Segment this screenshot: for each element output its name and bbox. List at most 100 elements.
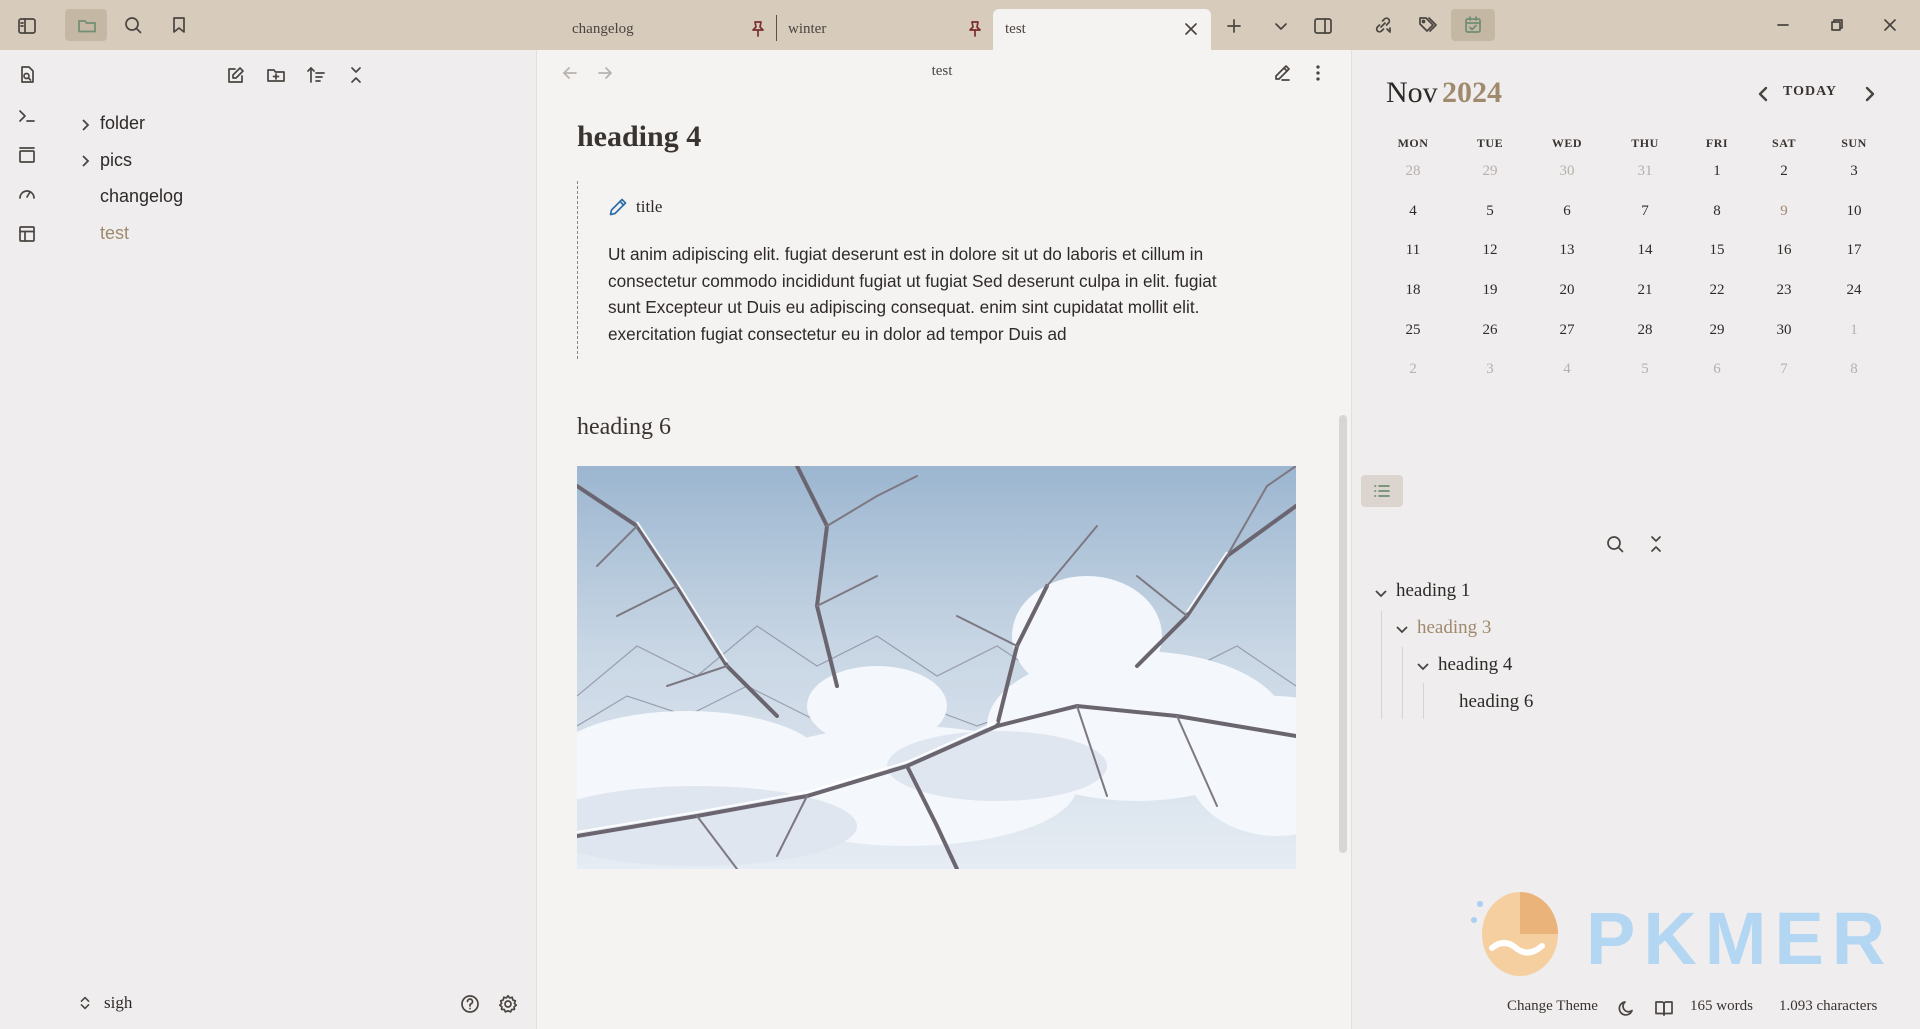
calendar-day[interactable]: 19	[1460, 282, 1520, 299]
change-theme-button[interactable]: Change Theme	[1507, 998, 1598, 1015]
slides-icon[interactable]	[16, 144, 38, 166]
calendar-day[interactable]: 8	[1687, 203, 1747, 220]
tab-changelog[interactable]: changelog	[560, 9, 776, 50]
calendar-day[interactable]: 14	[1615, 242, 1675, 259]
more-options-icon[interactable]	[1308, 63, 1328, 83]
collapse-all-icon[interactable]	[344, 63, 368, 87]
calendar-day[interactable]: 2	[1383, 361, 1443, 378]
calendar-day[interactable]: 9	[1754, 203, 1814, 220]
calendar-day[interactable]: 3	[1460, 361, 1520, 378]
today-button[interactable]: TODAY	[1783, 84, 1837, 100]
outline-item-heading-3[interactable]: heading 3	[1417, 617, 1491, 639]
tree-item-changelog[interactable]: changelog	[100, 186, 183, 207]
chevron-left-icon[interactable]	[1754, 84, 1774, 104]
calendar-day[interactable]: 27	[1537, 322, 1597, 339]
calendar-day[interactable]: 30	[1754, 322, 1814, 339]
calendar-day[interactable]: 4	[1537, 361, 1597, 378]
calendar-day[interactable]: 25	[1383, 322, 1443, 339]
calendar-day[interactable]: 30	[1537, 163, 1597, 180]
vault-switch-icon[interactable]	[76, 993, 94, 1013]
calendar-day[interactable]: 5	[1615, 361, 1675, 378]
restore-icon[interactable]	[1827, 15, 1847, 35]
outline-item-heading-1[interactable]: heading 1	[1396, 580, 1470, 602]
search-icon[interactable]	[1604, 533, 1626, 555]
book-open-icon[interactable]	[1653, 998, 1675, 1018]
chevron-down-icon[interactable]	[1270, 15, 1292, 37]
calendar-day[interactable]: 7	[1754, 361, 1814, 378]
outline-item-heading-6[interactable]: heading 6	[1459, 691, 1533, 713]
calendar-day[interactable]: 18	[1383, 282, 1443, 299]
calendar-day[interactable]: 20	[1537, 282, 1597, 299]
minimize-icon[interactable]	[1773, 15, 1793, 35]
calendar-day[interactable]: 31	[1615, 163, 1675, 180]
bookmark-icon[interactable]	[168, 14, 190, 36]
terminal-icon[interactable]	[16, 105, 38, 127]
pin-icon[interactable]	[748, 19, 768, 39]
search-icon[interactable]	[122, 14, 144, 36]
calendar-day[interactable]: 29	[1687, 322, 1747, 339]
chevron-right-icon[interactable]	[77, 117, 93, 133]
settings-icon[interactable]	[497, 993, 519, 1015]
calendar-day[interactable]: 22	[1687, 282, 1747, 299]
tree-item-pics[interactable]: pics	[100, 150, 132, 171]
calendar-day[interactable]: 5	[1460, 203, 1520, 220]
outline-item-heading-4[interactable]: heading 4	[1438, 654, 1512, 676]
calendar-day[interactable]: 24	[1824, 282, 1884, 299]
calendar-day[interactable]: 2	[1754, 163, 1814, 180]
calendar-day[interactable]: 11	[1383, 242, 1443, 259]
calendar-day[interactable]: 26	[1460, 322, 1520, 339]
chevron-right-icon[interactable]	[77, 153, 93, 169]
tab-test[interactable]: test	[993, 9, 1211, 50]
sort-icon[interactable]	[304, 63, 328, 87]
list-icon[interactable]	[1372, 481, 1392, 501]
calendar-day[interactable]: 13	[1537, 242, 1597, 259]
calendar-day[interactable]: 21	[1615, 282, 1675, 299]
pin-icon[interactable]	[965, 19, 985, 39]
new-note-icon[interactable]	[224, 63, 248, 87]
calendar-day[interactable]: 4	[1383, 203, 1443, 220]
tab-winter[interactable]: winter	[776, 9, 993, 50]
vault-name[interactable]: sigh	[104, 993, 132, 1013]
chevron-right-icon[interactable]	[1859, 84, 1879, 104]
folder-icon[interactable]	[76, 15, 98, 37]
help-icon[interactable]	[459, 993, 481, 1015]
back-arrow-icon[interactable]	[560, 63, 580, 83]
sidebar-toggle-icon[interactable]	[16, 15, 38, 37]
calendar-day[interactable]: 1	[1824, 322, 1884, 339]
right-sidebar-toggle-icon[interactable]	[1311, 14, 1335, 38]
editor-scrollbar[interactable]	[1339, 415, 1347, 853]
edit-pencil-icon[interactable]	[1272, 63, 1292, 83]
tree-item-folder[interactable]: folder	[100, 113, 145, 134]
calendar-day[interactable]: 10	[1824, 203, 1884, 220]
new-folder-icon[interactable]	[264, 63, 288, 87]
calendar-day[interactable]: 3	[1824, 163, 1884, 180]
calendar-day[interactable]: 28	[1615, 322, 1675, 339]
chevron-down-icon[interactable]	[1415, 658, 1431, 674]
calendar-day[interactable]: 8	[1824, 361, 1884, 378]
layout-icon[interactable]	[16, 223, 38, 245]
calendar-day[interactable]: 16	[1754, 242, 1814, 259]
tags-icon[interactable]	[1416, 13, 1440, 37]
window-close-icon[interactable]	[1880, 15, 1900, 35]
calendar-day[interactable]: 1	[1687, 163, 1747, 180]
backlinks-icon[interactable]	[1371, 13, 1395, 37]
calendar-day[interactable]: 7	[1615, 203, 1675, 220]
calendar-day[interactable]: 6	[1537, 203, 1597, 220]
collapse-all-icon[interactable]	[1645, 533, 1667, 555]
calendar-day[interactable]: 29	[1460, 163, 1520, 180]
calendar-day[interactable]: 12	[1460, 242, 1520, 259]
chevron-down-icon[interactable]	[1373, 585, 1389, 601]
forward-arrow-icon[interactable]	[595, 63, 615, 83]
calendar-day[interactable]: 23	[1754, 282, 1814, 299]
calendar-check-icon[interactable]	[1462, 14, 1484, 36]
new-tab-icon[interactable]	[1223, 15, 1245, 37]
calendar-day[interactable]: 6	[1687, 361, 1747, 378]
moon-icon[interactable]	[1617, 998, 1637, 1018]
quick-switcher-icon[interactable]	[16, 64, 38, 86]
calendar-day[interactable]: 15	[1687, 242, 1747, 259]
tree-item-test[interactable]: test	[100, 223, 129, 244]
chevron-down-icon[interactable]	[1394, 621, 1410, 637]
calendar-day[interactable]: 17	[1824, 242, 1884, 259]
close-icon[interactable]	[1181, 19, 1201, 39]
calendar-day[interactable]: 28	[1383, 163, 1443, 180]
